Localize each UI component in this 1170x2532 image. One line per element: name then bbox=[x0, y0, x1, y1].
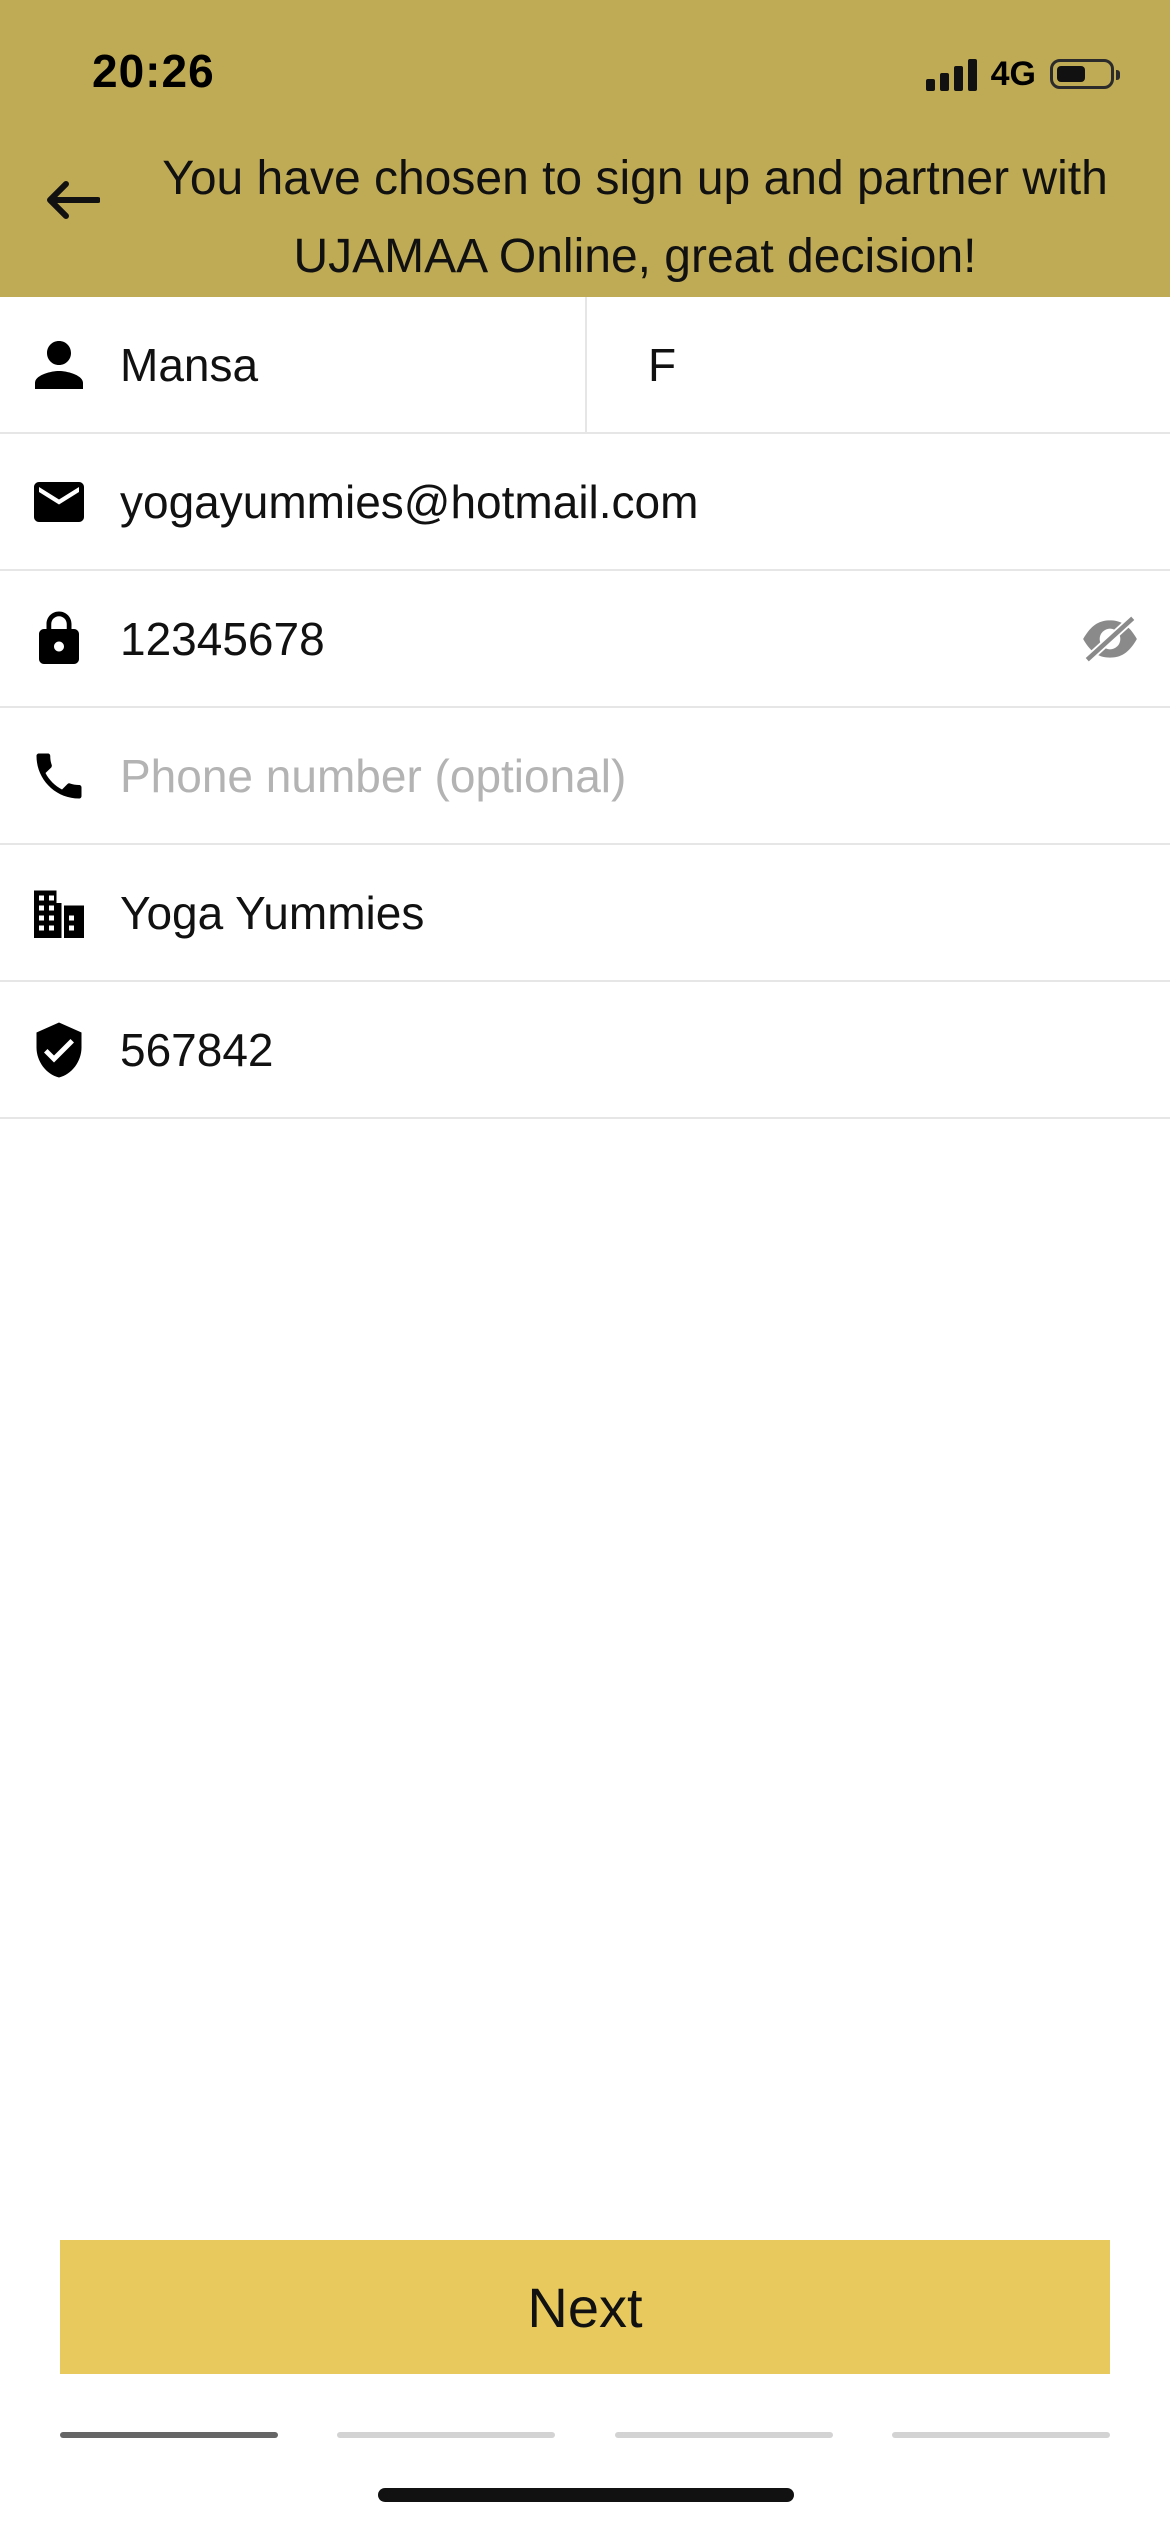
code-row: 567842 bbox=[0, 982, 1170, 1119]
phone-field[interactable]: Phone number (optional) bbox=[120, 749, 626, 803]
toggle-password-visibility[interactable] bbox=[1078, 607, 1142, 671]
step-3 bbox=[614, 2432, 833, 2438]
eye-off-icon bbox=[1083, 614, 1137, 663]
next-button[interactable]: Next bbox=[60, 2240, 1110, 2374]
status-indicators: 4G bbox=[925, 52, 1120, 96]
arrow-left-icon bbox=[47, 181, 100, 219]
building-icon bbox=[29, 883, 89, 943]
password-row: 12345678 bbox=[0, 571, 1170, 708]
battery-icon bbox=[1050, 59, 1120, 89]
back-button[interactable] bbox=[40, 168, 104, 232]
password-field[interactable]: 12345678 bbox=[120, 612, 325, 666]
phone-row: Phone number (optional) bbox=[0, 708, 1170, 845]
field-divider bbox=[585, 297, 587, 432]
phone-icon bbox=[29, 746, 89, 806]
shield-check-icon bbox=[29, 1020, 89, 1080]
email-row: yogayummies@hotmail.com bbox=[0, 434, 1170, 571]
first-name-field[interactable]: Mansa bbox=[120, 338, 258, 392]
step-4 bbox=[891, 2432, 1110, 2438]
last-name-field[interactable]: F bbox=[648, 338, 676, 392]
step-1 bbox=[60, 2432, 278, 2438]
header: 20:26 4G You have chosen to sign up and … bbox=[0, 0, 1170, 297]
business-row: Yoga Yummies bbox=[0, 845, 1170, 982]
person-icon bbox=[29, 335, 89, 395]
name-row: Mansa F bbox=[0, 297, 1170, 434]
network-label: 4G bbox=[990, 54, 1036, 93]
signal-icon bbox=[925, 57, 977, 91]
lock-icon bbox=[29, 609, 89, 669]
status-time: 20:26 bbox=[92, 45, 215, 97]
code-field[interactable]: 567842 bbox=[120, 1023, 274, 1077]
home-indicator[interactable] bbox=[378, 2488, 794, 2502]
envelope-icon bbox=[29, 472, 89, 532]
business-name-field[interactable]: Yoga Yummies bbox=[120, 886, 424, 940]
page-title: You have chosen to sign up and partner w… bbox=[162, 152, 1108, 283]
step-indicator bbox=[60, 2432, 1110, 2438]
step-2 bbox=[337, 2432, 556, 2438]
email-field[interactable]: yogayummies@hotmail.com bbox=[120, 475, 698, 529]
